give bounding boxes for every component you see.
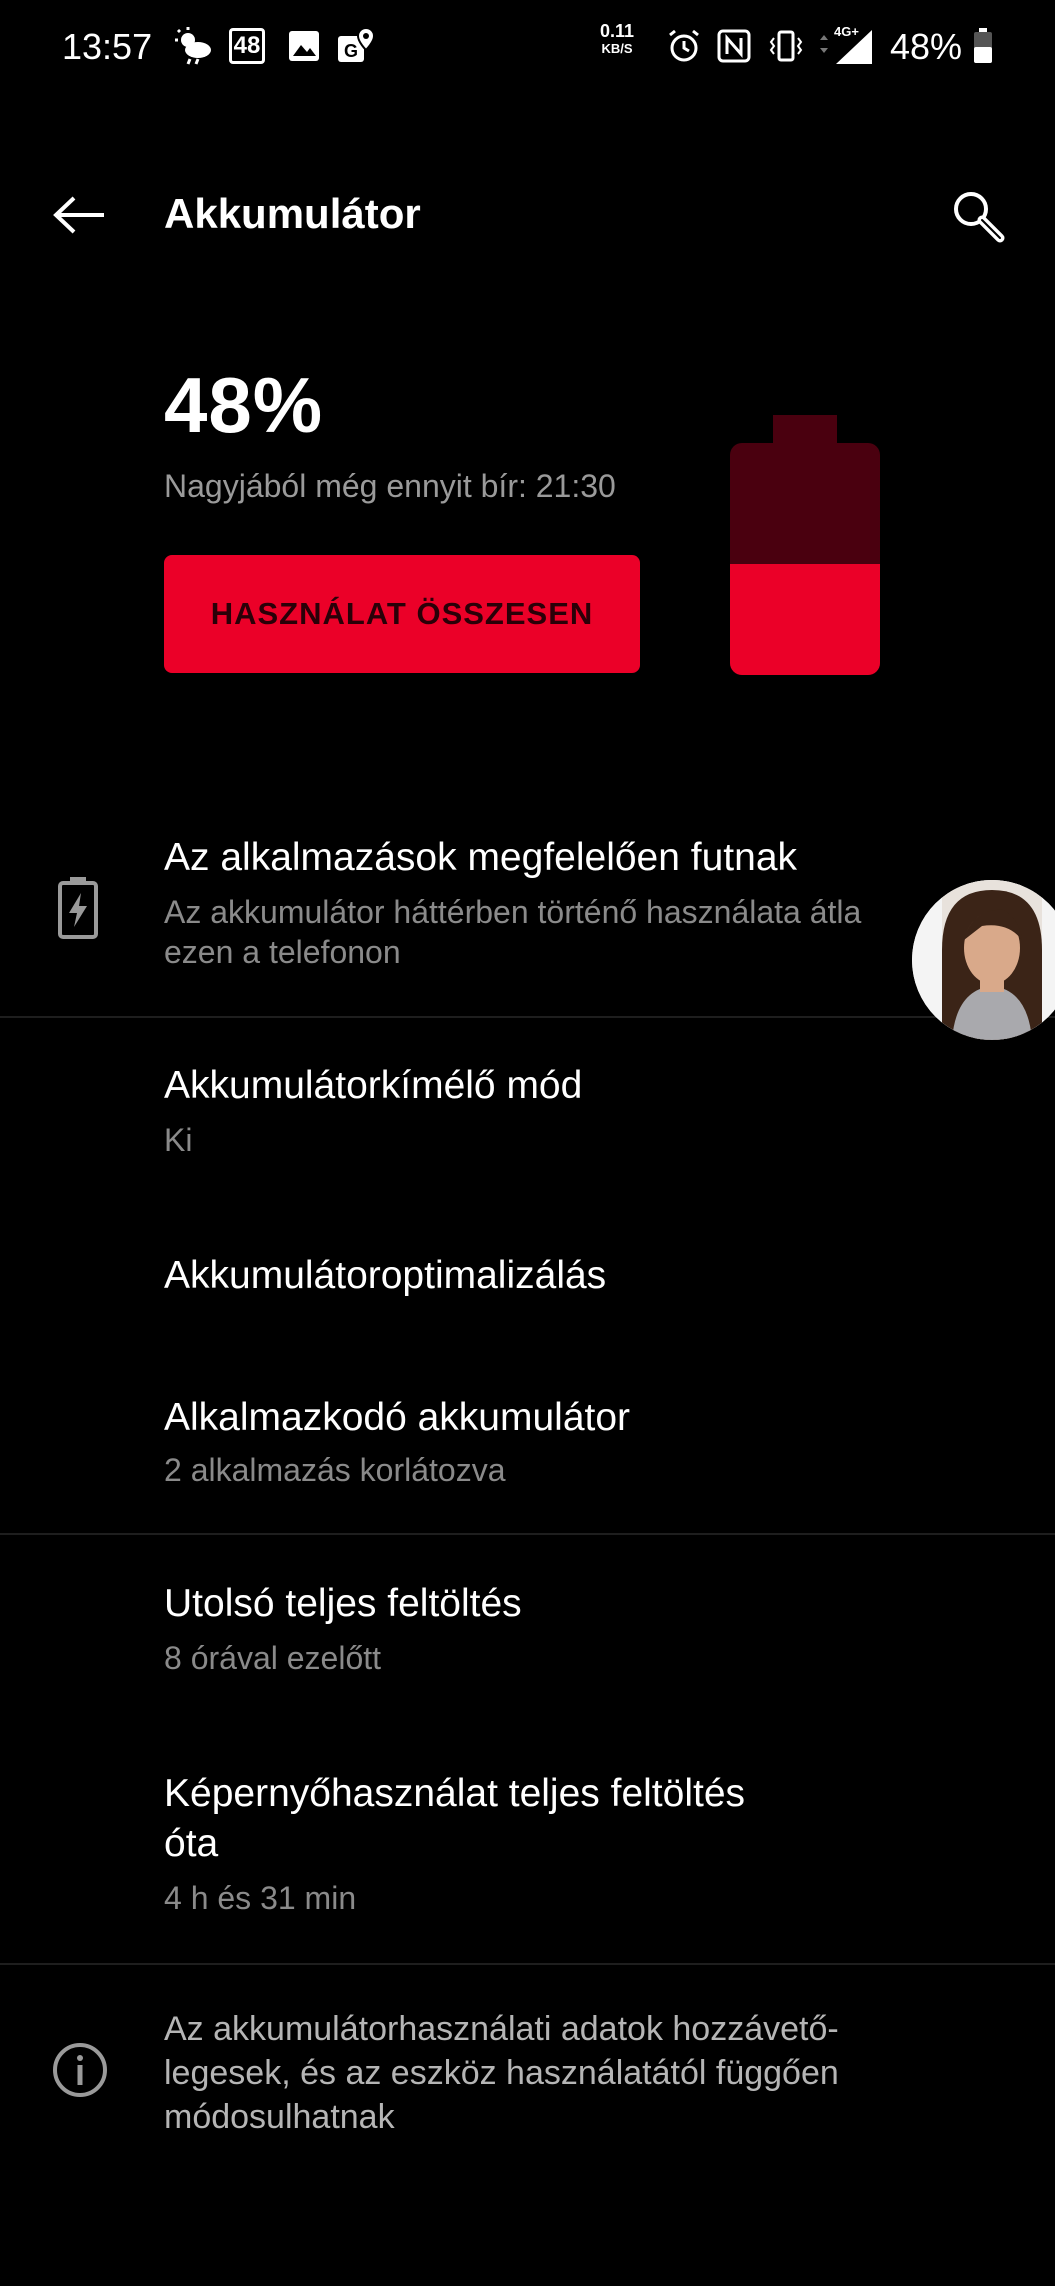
back-button[interactable] [44,180,114,250]
page-title: Akkumulátor [164,190,421,237]
divider [0,1963,1055,1965]
battery-percent: 48% [164,361,324,449]
screen-usage-title-line2: óta [164,1822,219,1865]
alarm-icon [664,24,704,68]
last-full-charge-value: 8 órával ezelőtt [164,1640,382,1676]
adaptive-battery-value: 2 alkalmazás korlátozva [164,1452,506,1488]
search-icon [954,192,1005,243]
battery-optimization-title: Akkumulátoroptimalizálás [164,1254,607,1297]
back-arrow-icon [53,196,104,234]
weather-icon [172,24,216,68]
svg-text:G: G [344,41,358,61]
network-speed-unit: KB/S [601,41,633,56]
divider [0,1533,1055,1535]
status-battery-percent: 48% [890,26,963,67]
image-icon [284,24,324,68]
battery-info-line1: Az akkumulátorhasználati adatok hozzávet… [164,2010,839,2048]
adaptive-battery-row[interactable]: Alkalmazkodó akkumulátor 2 alkalmazás ko… [0,1370,1055,1520]
battery-fill [730,564,880,675]
apps-status-subtitle-line1: Az akkumulátor háttérben történő használ… [164,894,862,930]
screen-usage-value: 4 h és 31 min [164,1880,357,1916]
battery-info-line3: módosulhatnak [164,2098,395,2136]
notification-badge-icon: 48 [226,24,268,68]
info-icon [52,2042,112,2102]
last-full-charge-row: Utolsó teljes feltöltés 8 órával ezelőtt [0,1560,1055,1710]
last-full-charge-title: Utolsó teljes feltöltés [164,1582,522,1625]
apps-status-row[interactable]: Az alkalmazások megfelelően futnak Az ak… [0,830,1055,1010]
battery-saver-row[interactable]: Akkumulátorkímélő mód Ki [0,1040,1055,1190]
battery-info-line2: legesek, és az eszköz használatától függ… [164,2054,839,2092]
maps-icon: G [334,24,378,68]
screen-usage-title-line1: Képernyőhasználat teljes feltöltés [164,1772,746,1815]
signal-icon: 4G+ [816,24,876,68]
network-speed-value: 0.11 [600,21,635,41]
total-usage-button[interactable]: HASZNÁLAT ÖSSZESEN [164,555,640,673]
nfc-icon [714,24,754,68]
network-type: 4G+ [834,24,859,39]
battery-optimization-row[interactable]: Akkumulátoroptimalizálás [0,1220,1055,1340]
battery-saver-value: Ki [164,1122,193,1158]
vibrate-icon [766,24,806,68]
battery-status-icon [970,24,996,68]
apps-status-subtitle-line2: ezen a telefonon [164,934,401,970]
apps-status-title: Az alkalmazások megfelelően futnak [164,836,798,879]
battery-saver-title: Akkumulátorkímélő mód [164,1064,583,1107]
battery-cap [773,415,837,445]
search-button[interactable] [940,178,1016,254]
remaining-time: Nagyjából még ennyit bír: 21:30 [164,468,616,504]
battery-fill-top [730,564,880,578]
screen-usage-row: Képernyőhasználat teljes feltöltés óta 4… [0,1750,1055,1930]
network-speed: 0.11 KB/S [600,22,634,58]
status-time: 13:57 [62,26,153,67]
battery-info-note: Az akkumulátorhasználati adatok hozzávet… [164,2007,964,2139]
badge-number: 48 [229,28,265,64]
battery-level-graphic [730,415,880,675]
battery-charging-icon [56,875,106,945]
divider [0,1016,1055,1018]
adaptive-battery-title: Alkalmazkodó akkumulátor [164,1396,631,1439]
